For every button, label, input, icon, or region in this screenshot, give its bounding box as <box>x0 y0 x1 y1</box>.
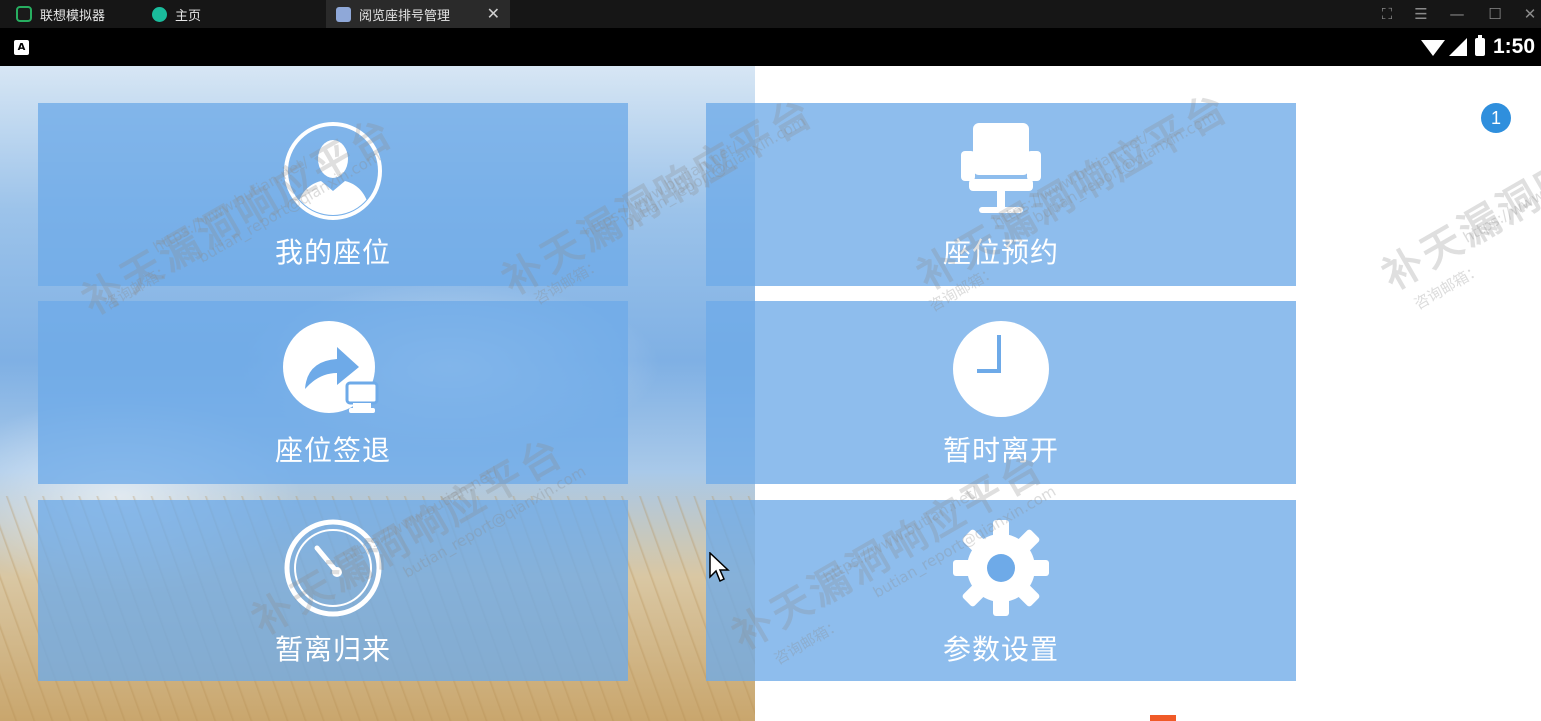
tab-label: 联想模拟器 <box>40 8 106 24</box>
close-window-icon[interactable]: ✕ <box>1519 3 1541 25</box>
return-from-leave-tile[interactable]: 暂离归来 <box>38 500 628 681</box>
emulator-title-bar: 联想模拟器 主页 阅览座排号管理 ✕ ⛶ ☰ — ☐ ✕ <box>0 0 1541 28</box>
watermark: 补天漏洞响应平台 <box>1375 83 1541 300</box>
menu-icon[interactable]: ☰ <box>1410 3 1432 25</box>
emulator-logo-icon <box>16 6 32 22</box>
app-content: 我的座位 座位预约 座位签退 暂时离开 暂离归来 参数设置 1 补天漏洞响应平台… <box>0 66 1541 721</box>
tab-home[interactable]: 主页 <box>152 0 201 28</box>
share-arrow-icon <box>283 321 379 413</box>
tile-label: 座位签退 <box>274 434 391 467</box>
notification-badge[interactable]: 1 <box>1481 103 1511 133</box>
tab-emulator[interactable]: 联想模拟器 <box>16 0 105 28</box>
watermark-url: https://www.butian.net/ <box>1460 142 1541 247</box>
watermark-email-prefix: 咨询邮箱： <box>1411 260 1485 314</box>
settings-tile[interactable]: 参数设置 <box>706 500 1296 681</box>
timer-icon <box>284 519 382 617</box>
android-status-bar: A 1:50 <box>0 28 1541 66</box>
chair-icon <box>961 123 1041 213</box>
maximize-icon[interactable]: ☐ <box>1484 3 1506 25</box>
tab-label: 阅览座排号管理 <box>359 8 451 24</box>
my-seat-tile[interactable]: 我的座位 <box>38 103 628 286</box>
user-avatar-icon <box>284 122 382 220</box>
seat-checkout-tile[interactable]: 座位签退 <box>38 301 628 484</box>
tile-label: 暂时离开 <box>942 434 1059 467</box>
app-icon <box>336 6 351 22</box>
bottom-orange-mark <box>1150 715 1176 721</box>
tile-label: 座位预约 <box>942 236 1059 269</box>
tile-label: 暂离归来 <box>274 633 391 666</box>
tab-label: 主页 <box>175 8 202 24</box>
signal-icon <box>1448 38 1467 56</box>
tile-label: 我的座位 <box>274 236 391 269</box>
minimize-icon[interactable]: — <box>1446 3 1468 25</box>
tab-seat-management[interactable]: 阅览座排号管理 ✕ <box>326 0 510 28</box>
leave-temporarily-tile[interactable]: 暂时离开 <box>706 301 1296 484</box>
gear-icon <box>953 520 1049 616</box>
tile-label: 参数设置 <box>942 633 1059 666</box>
home-app-icon <box>152 6 167 22</box>
wifi-icon <box>1420 40 1445 56</box>
seat-reservation-tile[interactable]: 座位预约 <box>706 103 1296 286</box>
screenshot-icon[interactable]: ⛶ <box>1376 3 1398 25</box>
clock-icon <box>953 321 1049 417</box>
battery-icon <box>1474 35 1485 56</box>
close-tab-icon[interactable]: ✕ <box>487 4 500 23</box>
notification-app-icon: A <box>14 40 29 55</box>
status-time: 1:50 <box>1492 35 1535 58</box>
